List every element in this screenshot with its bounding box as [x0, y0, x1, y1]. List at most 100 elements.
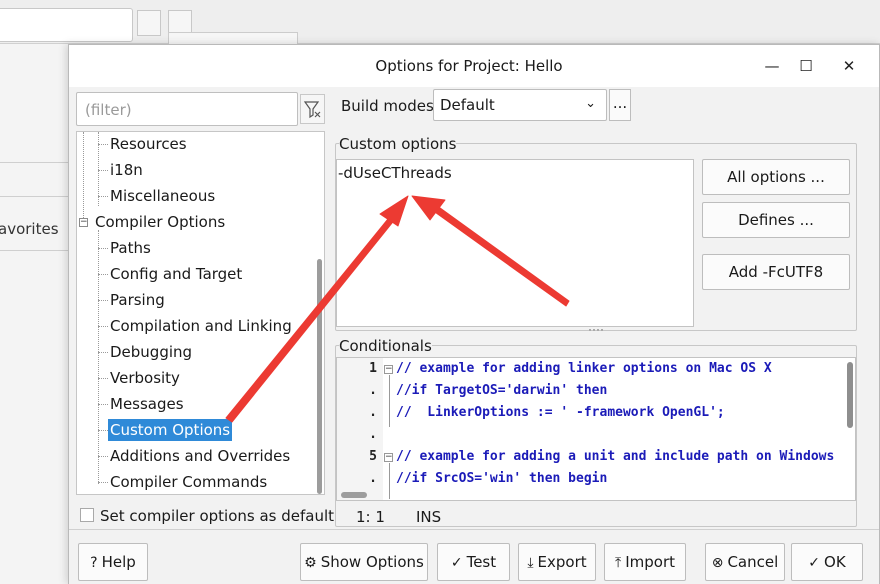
cancel-icon: ⊗ [711, 555, 724, 571]
download-icon: ⤓ [527, 555, 534, 571]
options-tree: − Resources i18n Miscellaneous Compiler … [76, 131, 325, 495]
help-label: Help [101, 553, 136, 571]
export-button[interactable]: ⤓ Export [518, 543, 596, 581]
upload-icon: ⤒ [615, 555, 622, 571]
help-button[interactable]: ? Help [78, 543, 148, 581]
custom-options-title: Custom options [339, 135, 457, 153]
tree-item-paths[interactable]: Paths [110, 237, 151, 259]
code-line: //if TargetOS='darwin' then [396, 383, 608, 398]
insert-mode: INS [416, 508, 442, 526]
help-icon: ? [90, 555, 98, 571]
dialog-titlebar: Options for Project: Hello — ☐ ✕ [69, 45, 879, 87]
set-default-label: Set compiler options as default [100, 507, 335, 525]
line-number: 1 [369, 361, 377, 376]
check-icon: ✓ [450, 555, 463, 571]
tree-item-parsing[interactable]: Parsing [110, 289, 165, 311]
tree-guide [98, 352, 108, 353]
background-search-input[interactable] [0, 8, 133, 42]
show-options-label: Show Options [320, 553, 424, 571]
gear-icon: ⚙ [304, 555, 317, 571]
tree-guide [98, 196, 108, 197]
conditionals-editor[interactable]: 1 . . . 5 . − − // example for adding li… [336, 357, 856, 501]
tree-guide [98, 300, 108, 301]
line-number: 5 [369, 449, 377, 464]
fold-line [389, 463, 390, 499]
line-number: . [369, 471, 377, 486]
tree-guide [83, 132, 84, 218]
build-modes-label: Build modes [341, 97, 434, 115]
tree-guide [98, 230, 99, 484]
add-fcutf8-button[interactable]: Add -FcUTF8 [702, 254, 850, 290]
tree-item-compiler-options[interactable]: Compiler Options [95, 211, 225, 233]
funnel-clear-icon [303, 101, 321, 119]
tree-item-messages[interactable]: Messages [110, 393, 184, 415]
line-number: . [369, 405, 377, 420]
import-label: Import [625, 553, 675, 571]
build-modes-select[interactable]: Default ⌄ [433, 89, 607, 121]
code-line: // LinkerOptions := ' -framework OpenGL'… [396, 405, 725, 420]
tree-scrollbar-thumb[interactable] [317, 259, 322, 494]
collapse-icon[interactable]: − [79, 218, 88, 227]
fold-line [389, 375, 390, 427]
filter-clear-button[interactable] [300, 94, 325, 124]
tree-item-config-and-target[interactable]: Config and Target [110, 263, 242, 285]
tree-item-verbosity[interactable]: Verbosity [110, 367, 180, 389]
import-button[interactable]: ⤒ Import [604, 543, 686, 581]
tree-guide [98, 326, 108, 327]
tree-guide [98, 482, 108, 483]
line-number: . [369, 427, 377, 442]
dialog-title: Options for Project: Hello [375, 57, 563, 75]
fold-icon[interactable]: − [384, 453, 393, 462]
tree-item-miscellaneous[interactable]: Miscellaneous [110, 185, 215, 207]
editor-horizontal-scrollbar[interactable] [341, 492, 367, 498]
tree-item-custom-options[interactable]: Custom Options [108, 419, 233, 441]
chevron-down-icon: ⌄ [585, 96, 596, 111]
cancel-button[interactable]: ⊗ Cancel [705, 543, 785, 581]
splitter-handle[interactable] [589, 329, 603, 333]
cancel-label: Cancel [727, 553, 779, 571]
conditionals-title: Conditionals [339, 337, 432, 355]
build-modes-more-button[interactable]: ... [609, 89, 631, 121]
tree-item-resources[interactable]: Resources [110, 133, 187, 155]
tree-item-additions-and-overrides[interactable]: Additions and Overrides [110, 445, 290, 467]
minimize-button[interactable]: — [757, 53, 787, 79]
tree-guide [98, 274, 108, 275]
maximize-button[interactable]: ☐ [791, 53, 821, 79]
tree-item-compilation-and-linking[interactable]: Compilation and Linking [110, 315, 292, 337]
background-left-panel [0, 44, 70, 584]
tree-scrollbar[interactable] [315, 134, 324, 494]
tree-guide [98, 170, 108, 171]
all-options-button[interactable]: All options ... [702, 159, 850, 195]
background-divider [0, 250, 70, 251]
tree-guide [98, 144, 108, 145]
custom-options-memo[interactable]: -dUseCThreads [336, 159, 694, 327]
code-line: // example for adding linker options on … [396, 361, 772, 376]
tree-item-debugging[interactable]: Debugging [110, 341, 192, 363]
tree-guide [98, 378, 108, 379]
filter-input[interactable]: (filter) [76, 92, 298, 126]
ok-button[interactable]: ✓ OK [791, 543, 863, 581]
tree-item-compiler-commands[interactable]: Compiler Commands [110, 471, 267, 493]
show-options-button[interactable]: ⚙ Show Options [300, 543, 428, 581]
defines-button[interactable]: Defines ... [702, 202, 850, 238]
cursor-position: 1: 1 [356, 508, 385, 526]
close-button[interactable]: ✕ [834, 53, 864, 79]
test-label: Test [466, 553, 497, 571]
tree-guide [98, 430, 108, 431]
code-line: // example for adding a unit and include… [396, 449, 835, 464]
tree-item-i18n[interactable]: i18n [110, 159, 143, 181]
test-button[interactable]: ✓ Test [437, 543, 510, 581]
code-line: //if SrcOS='win' then begin [396, 471, 608, 486]
background-divider [0, 196, 70, 197]
tree-guide [98, 248, 108, 249]
set-default-checkbox[interactable] [80, 508, 94, 522]
export-label: Export [537, 553, 587, 571]
build-modes-value: Default [440, 96, 495, 114]
background-favorites-tab[interactable]: avorites [0, 220, 59, 238]
fold-icon[interactable]: − [384, 365, 393, 374]
background-filter-clear-button[interactable] [137, 10, 161, 36]
tree-guide [98, 456, 108, 457]
background-divider [0, 162, 70, 163]
ok-label: OK [824, 553, 846, 571]
editor-vertical-scrollbar[interactable] [847, 362, 853, 428]
